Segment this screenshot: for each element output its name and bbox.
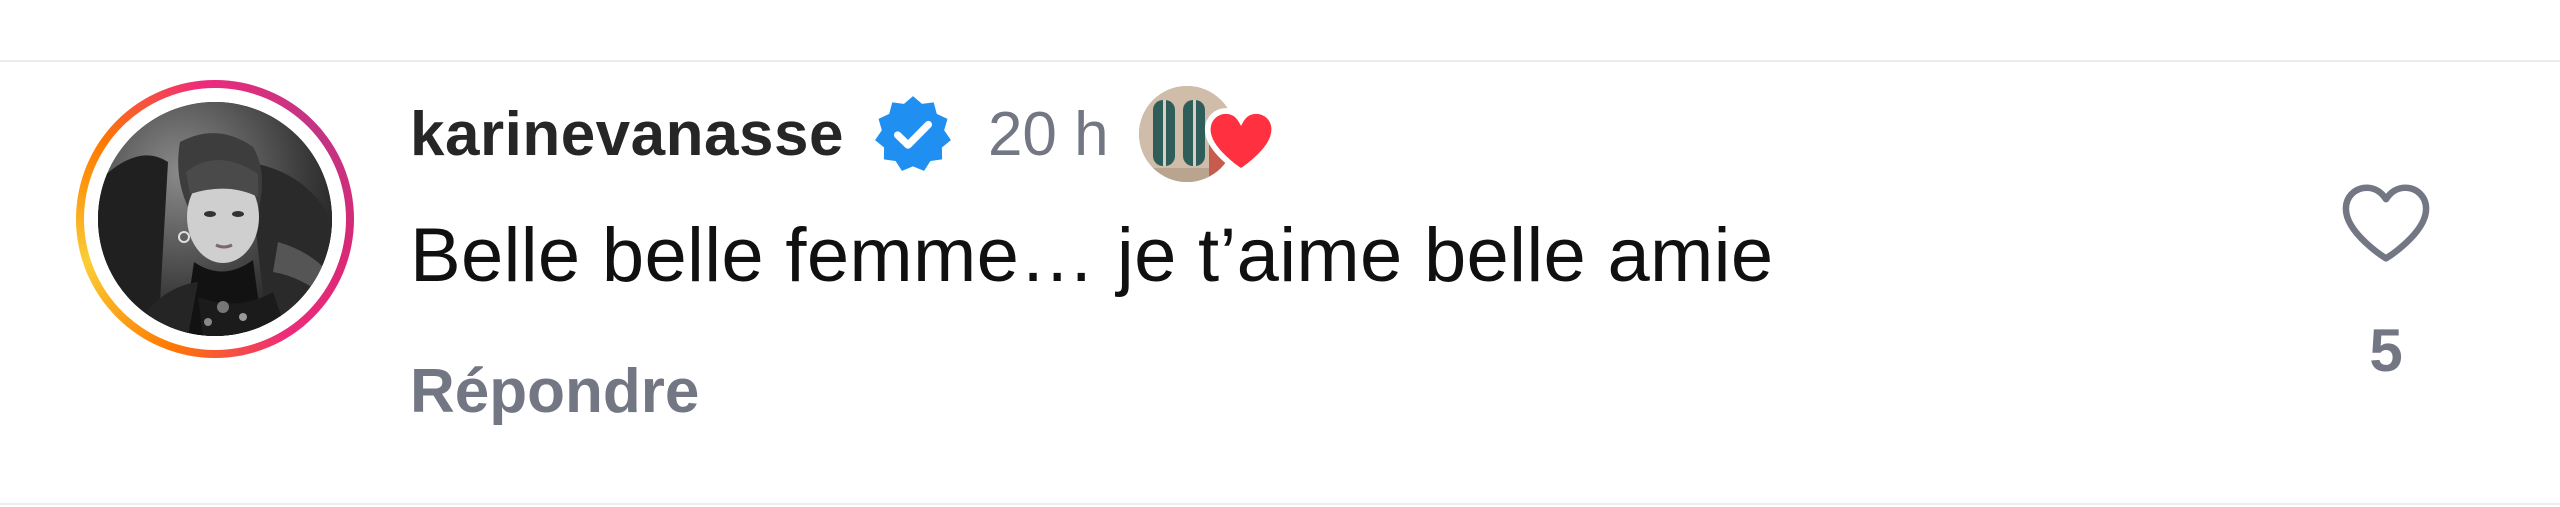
comment-text: Belle belle femme… je t’aime belle amie [410, 213, 1774, 298]
reply-button[interactable]: Répondre [410, 356, 699, 427]
author-liked-indicator [1138, 84, 1277, 184]
avatar-photo-image [98, 102, 332, 336]
comment-header: karinevanasse 20 h [410, 84, 1277, 184]
heart-outline-icon[interactable] [2340, 182, 2432, 266]
username[interactable]: karinevanasse [410, 99, 844, 170]
red-heart-icon [1204, 108, 1277, 175]
like-count: 5 [2369, 317, 2403, 384]
bottom-divider [0, 503, 2560, 505]
avatar[interactable] [98, 102, 332, 336]
comment-timestamp: 20 h [987, 99, 1109, 169]
comment-panel: karinevanasse 20 h Belle belle femme… je… [0, 0, 2560, 507]
top-divider [0, 60, 2560, 62]
verified-badge-icon [875, 96, 951, 171]
story-ring[interactable] [76, 80, 354, 358]
